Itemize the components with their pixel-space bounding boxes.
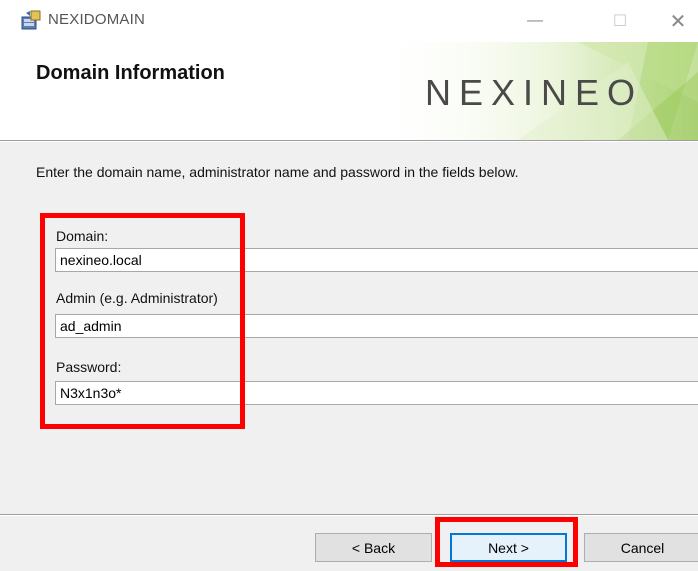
footer-divider-highlight [0, 515, 698, 516]
page-title: Domain Information [36, 62, 225, 84]
header-banner: Domain Information NEXINEO [0, 42, 698, 140]
next-highlight-box [435, 517, 578, 567]
back-button[interactable]: < Back [315, 533, 432, 562]
maximize-icon: ☐ [612, 13, 628, 30]
maximize-button[interactable]: ☐ [597, 6, 643, 36]
close-icon: ✕ [669, 10, 687, 33]
minimize-button[interactable]: — [512, 6, 558, 36]
fields-highlight-box [40, 213, 245, 429]
title-bar: NEXIDOMAIN — ☐ ✕ [0, 0, 698, 42]
close-button[interactable]: ✕ [655, 6, 698, 36]
cancel-button[interactable]: Cancel [584, 533, 698, 562]
header-divider-highlight [0, 141, 698, 142]
brand-logo: NEXINEO [425, 72, 644, 113]
installer-icon [21, 10, 41, 30]
minimize-icon: — [527, 12, 543, 29]
instructions-text: Enter the domain name, administrator nam… [36, 164, 519, 180]
window-title: NEXIDOMAIN [48, 11, 146, 28]
